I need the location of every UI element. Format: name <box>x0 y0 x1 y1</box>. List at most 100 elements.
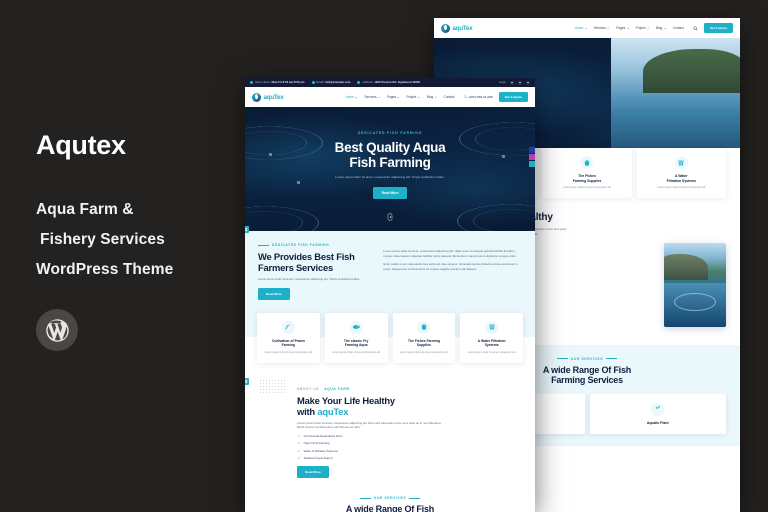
nav-item-home-back[interactable]: Home <box>575 26 587 30</box>
nav-actions[interactable]: (205)-555-01-088 Get A Quote <box>463 92 528 102</box>
topbar-email[interactable]: Email: info@example.com <box>311 81 351 84</box>
site-navbar[interactable]: aquTex Home Services Pages Project Blog … <box>245 87 535 107</box>
side-tool-instagram[interactable] <box>529 154 535 160</box>
healthy-eyebrow-1: About Us <box>297 386 320 391</box>
side-tool-twitter[interactable] <box>529 161 535 167</box>
fish-icon <box>349 320 363 334</box>
hero-heading-l1: Best Quality Aqua <box>334 140 446 155</box>
linkedin-icon[interactable] <box>526 80 530 85</box>
range-section: Our Services A wide Range Of FishFarming… <box>245 489 535 512</box>
site-logo-back[interactable]: aquTex <box>441 23 473 33</box>
service-card[interactable]: The Fishes Farming Supplies Lorem ipsum d… <box>392 312 456 363</box>
promo-subtitle-line3: WordPress Theme <box>36 261 174 278</box>
site-logo[interactable]: aquTex <box>252 92 284 102</box>
healthy-heading-with: with <box>297 405 315 417</box>
nav-item-pages-back[interactable]: Pages <box>616 26 629 30</box>
twitter-icon[interactable] <box>518 80 522 85</box>
service-card-desc: Lorem ipsum dolor sit amet consectetur e… <box>657 186 706 190</box>
plant-icon <box>651 402 665 416</box>
nav-phone[interactable]: (205)-555-01-088 <box>463 95 493 99</box>
nav-item-services[interactable]: Services <box>364 95 381 99</box>
service-card-desc: Lorem ipsum dolor sit amet consectetur e… <box>563 186 611 190</box>
hero-eyebrow: Dedicated Fish Farming <box>357 131 423 135</box>
nav-links[interactable]: Home Services Pages Project Blog Contact <box>345 95 454 99</box>
healthy-heading-l1: Make Your Life Healthy <box>297 394 395 406</box>
nav-item-blog-back[interactable]: Blog <box>656 26 666 30</box>
service-card-title-l2: Systems <box>484 343 499 348</box>
check-icon <box>297 456 301 460</box>
farm-photo <box>664 242 726 327</box>
about-paragraph: Lorem ipsum dolor sit amet, consectetur … <box>258 277 361 281</box>
range-eyebrow: Our Services <box>373 495 407 500</box>
nav-item-blog[interactable]: Blog <box>427 95 437 99</box>
theme-screenshot-primary[interactable]: Open Hours: Mon-Fri 8:00 am-6:00 pm Emai… <box>245 78 535 512</box>
edge-marker <box>245 378 249 385</box>
side-toolbar[interactable] <box>529 147 535 168</box>
service-card[interactable]: Cultivation of Prawn Farming Lorem ipsum … <box>257 312 320 363</box>
chevron-down-icon <box>417 96 420 98</box>
hero-read-more-button[interactable]: Read More <box>372 187 408 199</box>
nav-actions-back[interactable]: Get A Quote <box>693 23 733 33</box>
range-card-title: Aquatic Plant <box>646 420 669 425</box>
checklist-item: Water & Filtration Systems <box>297 449 522 453</box>
facebook-icon[interactable] <box>510 80 514 85</box>
hero-section: Dedicated Fish Farming Best Quality Aqua… <box>245 107 535 231</box>
chevron-down-icon <box>626 27 629 29</box>
about-heading-l1: We Provides Best Fish <box>258 251 355 262</box>
topbar-actions[interactable]: Login <box>499 80 530 85</box>
healthy-checklist: Commercial Aquaculture Farm Open Pond Fa… <box>297 434 522 460</box>
brand-name: aquTex <box>263 93 284 101</box>
service-card[interactable]: The Fishes Farming Supplies Lorem ipsum d… <box>542 148 632 198</box>
service-card-title-l1: A Water <box>675 174 688 178</box>
service-card[interactable]: A Water Filtration Systems Lorem ipsum do… <box>636 148 726 198</box>
service-card-title-l1: The Fishes Farming <box>407 338 440 343</box>
nav-links-back[interactable]: Home Services Pages Project Blog Contact <box>575 26 684 30</box>
bucket-icon <box>580 156 594 169</box>
promo-subtitle-line1: Aqua Farm & <box>36 201 134 218</box>
side-tool-facebook[interactable] <box>529 147 535 153</box>
promo-subtitle: Aqua Farm & Fishery Services WordPress T… <box>36 195 246 285</box>
healthy-section: About Us Aqua Farm Make Your Life Health… <box>245 372 535 490</box>
service-card[interactable]: A Water Filtration Systems Lorem ipsum do… <box>460 312 523 363</box>
nav-phone-number: (205)-555-01-088 <box>468 95 493 99</box>
service-card-title-l1: A Water Filtration <box>477 338 506 343</box>
get-a-quote-button[interactable]: Get A Quote <box>498 92 528 102</box>
nav-item-project-back[interactable]: Project <box>636 26 649 30</box>
login-link[interactable]: Login <box>499 81 506 84</box>
service-card[interactable]: The classic Fry Farming Aqua Lorem ipsum … <box>324 312 388 363</box>
about-eyebrow: Dedicated Fish Farming <box>272 243 330 247</box>
prawn-icon <box>281 320 295 334</box>
service-card-title-l2: Supplies <box>416 343 431 348</box>
scroll-down-indicator[interactable] <box>387 213 393 221</box>
about-section: Dedicated Fish Farming We Provides Best … <box>245 231 535 304</box>
service-cards-front: Cultivation of Prawn Farming Lorem ipsum … <box>245 303 535 373</box>
filter-icon <box>674 156 688 169</box>
brand-name-back: aquTex <box>452 24 473 32</box>
healthy-paragraph: Lorem ipsum dolor sit amet, consectetur … <box>297 420 442 430</box>
healthy-read-more-button[interactable]: Read More <box>297 465 329 478</box>
nav-item-services-back[interactable]: Services <box>594 26 610 30</box>
phone-icon <box>463 95 467 99</box>
about-read-more-button[interactable]: Read More <box>258 287 290 300</box>
wordpress-icon <box>36 309 78 351</box>
promo-panel: Aqutex Aqua Farm & Fishery Services Word… <box>36 130 246 351</box>
search-icon[interactable] <box>693 26 698 31</box>
nav-item-contact[interactable]: Contact <box>444 95 455 99</box>
chevron-down-icon <box>646 27 649 29</box>
range-card[interactable]: Aquatic Plant <box>589 393 726 435</box>
hero-heading-l2: Fish Farming <box>349 155 431 170</box>
service-card-title-l2: Farming Supplies <box>572 178 602 183</box>
get-a-quote-button-back[interactable]: Get A Quote <box>703 23 733 33</box>
site-navbar-back[interactable]: aquTex Home Services Pages Project Blog … <box>434 18 740 38</box>
nav-item-pages[interactable]: Pages <box>387 95 400 99</box>
service-card-desc: Lorem ipsum dolor sit amet consectetur e… <box>467 350 516 354</box>
range-heading-l2: Farming Services <box>551 375 623 386</box>
checklist-item: Seafood Import Export <box>297 456 522 460</box>
nav-item-home[interactable]: Home <box>345 95 358 99</box>
nav-item-project[interactable]: Project <box>406 95 420 99</box>
water-drop-icon <box>441 23 450 33</box>
nav-item-contact-back[interactable]: Contact <box>673 26 684 30</box>
chevron-down-icon <box>584 27 587 29</box>
mail-icon <box>311 81 315 84</box>
about-body-col2: Enim mattis ut est malesuada risus euism… <box>383 262 518 271</box>
